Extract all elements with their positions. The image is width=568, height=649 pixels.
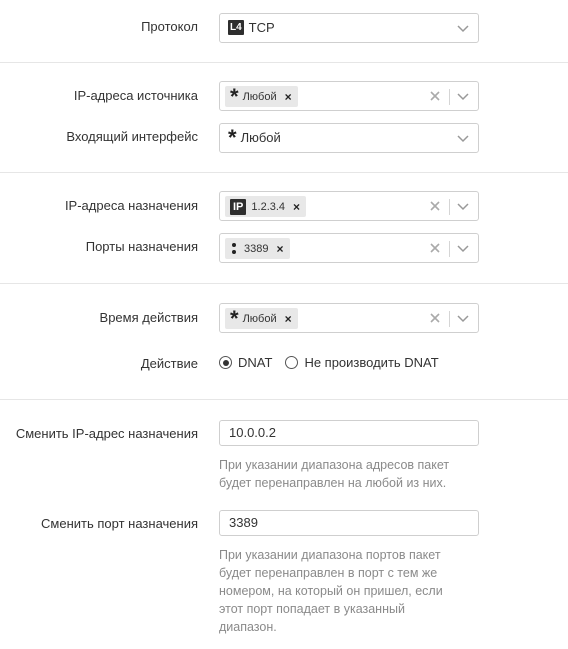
action-radio-group: DNAT Не производить DNAT xyxy=(219,355,439,370)
schedule-tag: * Любой × xyxy=(225,305,298,331)
dest-ip-tag-text: 1.2.3.4 xyxy=(251,200,286,213)
section-divider xyxy=(0,283,568,284)
source-ip-tag: * Любой × xyxy=(225,83,298,109)
change-dest-ip-input[interactable]: 10.0.0.2 xyxy=(219,420,479,446)
chevron-down-icon[interactable] xyxy=(457,312,469,324)
incoming-interface-value: * Любой xyxy=(228,124,281,150)
ip-badge-icon: IP xyxy=(230,198,247,215)
schedule-tag-text: Любой xyxy=(242,312,277,325)
incoming-interface-value-text: Любой xyxy=(240,130,281,145)
radio-no-dnat-label[interactable]: Не производить DNAT xyxy=(304,355,438,370)
dest-ip-tag: IP 1.2.3.4 × xyxy=(225,196,307,217)
section-divider xyxy=(0,62,568,63)
clear-icon[interactable] xyxy=(430,201,440,211)
protocol-l4-badge: L4 xyxy=(228,20,244,35)
source-ip-select[interactable]: * Любой × xyxy=(219,81,479,111)
schedule-select[interactable]: * Любой × xyxy=(219,303,479,333)
hint-line: будет перенаправлен в порт с тем же xyxy=(219,566,438,580)
action-label: Действие xyxy=(140,356,198,371)
hint-line: При указании диапазона портов пакет xyxy=(219,548,441,562)
source-ip-label: IP-адреса источника xyxy=(73,88,198,103)
chevron-down-icon[interactable] xyxy=(457,132,469,144)
chevron-down-icon[interactable] xyxy=(457,200,469,212)
change-dest-ip-hint: При указании диапазона адресов пакет буд… xyxy=(219,456,489,492)
select-separator xyxy=(449,311,450,327)
change-dest-port-hint: При указании диапазона портов пакет буде… xyxy=(219,546,489,636)
radio-dnat-label[interactable]: DNAT xyxy=(238,355,272,370)
change-dest-port-input[interactable]: 3389 xyxy=(219,510,479,536)
protocol-select[interactable]: L4 TCP xyxy=(219,13,479,43)
protocol-value-text: TCP xyxy=(248,20,275,35)
close-icon[interactable]: × xyxy=(285,312,292,326)
hint-line: этот порт попадает в указанный xyxy=(219,602,405,616)
dest-ports-select[interactable]: 3389 × xyxy=(219,233,479,263)
protocol-label: Протокол xyxy=(141,19,198,34)
section-divider xyxy=(0,172,568,173)
chevron-down-icon[interactable] xyxy=(457,22,469,34)
source-ip-tag-text: Любой xyxy=(242,90,277,103)
protocol-value: L4 TCP xyxy=(228,20,275,35)
dest-ip-select[interactable]: IP 1.2.3.4 × xyxy=(219,191,479,221)
clear-icon[interactable] xyxy=(430,91,440,101)
any-asterisk-icon: * xyxy=(230,83,239,109)
select-separator xyxy=(449,89,450,105)
clear-icon[interactable] xyxy=(430,313,440,323)
section-divider xyxy=(0,399,568,400)
select-separator xyxy=(449,199,450,215)
dest-ports-label: Порты назначения xyxy=(85,239,198,254)
schedule-label: Время действия xyxy=(99,310,198,325)
incoming-interface-select[interactable]: * Любой xyxy=(219,123,479,153)
chevron-down-icon[interactable] xyxy=(457,90,469,102)
clear-icon[interactable] xyxy=(430,243,440,253)
change-dest-ip-label: Сменить IP-адрес назначения xyxy=(15,426,198,441)
dest-ports-tag-text: 3389 xyxy=(244,242,269,255)
hint-line: номером, на который он пришел, если xyxy=(219,584,443,598)
hint-line: диапазон. xyxy=(219,620,277,634)
radio-no-dnat[interactable] xyxy=(285,356,299,369)
any-asterisk-icon: * xyxy=(228,124,237,150)
close-icon[interactable]: × xyxy=(285,90,292,104)
incoming-interface-label: Входящий интерфейс xyxy=(66,129,198,144)
port-icon xyxy=(232,242,236,256)
radio-dnat[interactable] xyxy=(219,356,232,369)
dest-ip-label: IP-адреса назначения xyxy=(64,198,198,213)
change-dest-port-label: Сменить порт назначения xyxy=(41,516,198,531)
any-asterisk-icon: * xyxy=(230,305,239,331)
select-separator xyxy=(449,241,450,257)
hint-line: При указании диапазона адресов пакет xyxy=(219,458,450,472)
hint-line: будет перенаправлен на любой из них. xyxy=(219,476,447,490)
chevron-down-icon[interactable] xyxy=(457,242,469,254)
close-icon[interactable]: × xyxy=(276,242,283,256)
dest-ports-tag: 3389 × xyxy=(225,238,290,259)
close-icon[interactable]: × xyxy=(293,200,300,214)
